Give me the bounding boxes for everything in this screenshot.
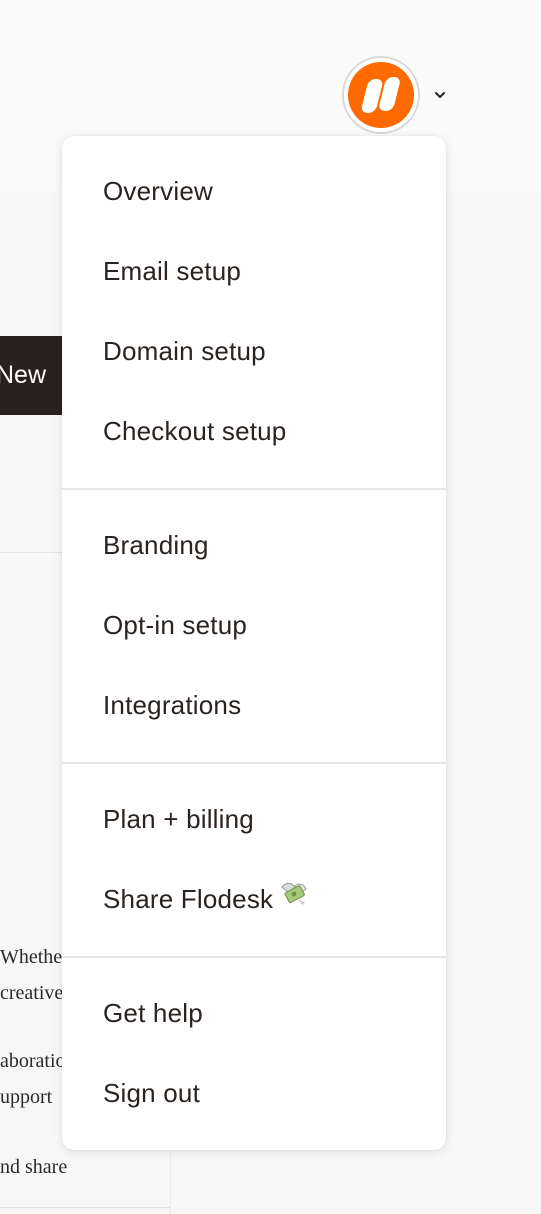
partial-text-line: creative xyxy=(0,982,62,1004)
account-dropdown-menu: Overview Email setup Domain setup Checko… xyxy=(62,136,446,1150)
partial-text-line: Whethe xyxy=(0,946,62,968)
menu-item-domain-setup[interactable]: Domain setup xyxy=(62,311,446,391)
menu-item-sign-out[interactable]: Sign out xyxy=(62,1053,446,1133)
menu-divider xyxy=(62,762,446,764)
divider xyxy=(0,1207,170,1208)
menu-item-plan-billing[interactable]: Plan + billing xyxy=(62,779,446,859)
menu-divider xyxy=(62,956,446,958)
menu-item-opt-in-setup[interactable]: Opt-in setup xyxy=(62,585,446,665)
menu-item-share-flodesk[interactable]: Share Flodesk xyxy=(62,859,446,939)
flodesk-logo-icon xyxy=(348,62,414,128)
share-flodesk-label: Share Flodesk xyxy=(103,884,274,914)
menu-item-checkout-setup[interactable]: Checkout setup xyxy=(62,391,446,471)
menu-item-email-setup[interactable]: Email setup xyxy=(62,231,446,311)
partial-text-line: upport xyxy=(0,1086,53,1108)
chevron-down-icon[interactable] xyxy=(431,86,449,104)
account-avatar-button[interactable] xyxy=(342,56,420,134)
new-button-label: New xyxy=(0,361,47,389)
new-button[interactable]: New xyxy=(0,336,62,415)
menu-item-get-help[interactable]: Get help xyxy=(62,973,446,1053)
menu-item-overview[interactable]: Overview xyxy=(62,151,446,231)
menu-item-integrations[interactable]: Integrations xyxy=(62,665,446,745)
money-with-wings-icon xyxy=(279,858,309,938)
menu-divider xyxy=(62,488,446,490)
partial-text-line: nd share xyxy=(0,1156,68,1178)
menu-item-branding[interactable]: Branding xyxy=(62,505,446,585)
partial-text-line: aboratio xyxy=(0,1050,62,1072)
